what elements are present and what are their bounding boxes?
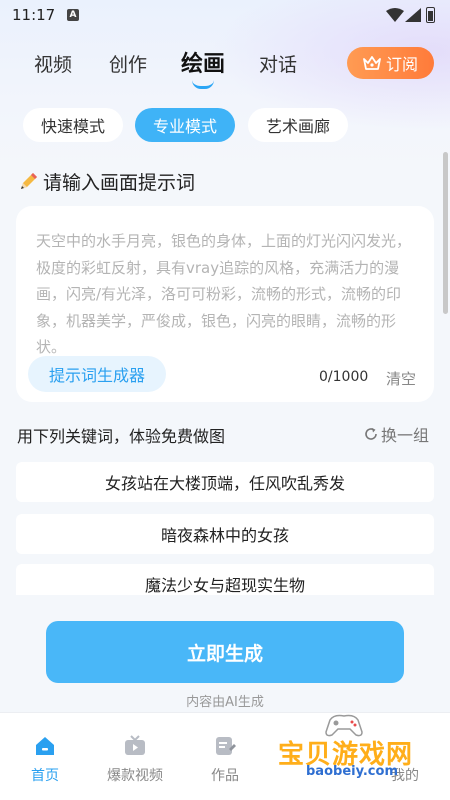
tab-video[interactable]: 视频 [34, 50, 72, 77]
mode-quick[interactable]: 快速模式 [23, 108, 123, 142]
status-time: 11:17 [12, 6, 56, 24]
keyword-item[interactable]: 女孩站在大楼顶端，任风吹乱秀发 [16, 462, 434, 502]
clear-button[interactable]: 清空 [386, 368, 416, 389]
prompt-title: 请输入画面提示词 [43, 172, 196, 194]
char-count: 0/1000 [319, 369, 369, 385]
nav-hot-videos[interactable]: 爆款视频 [90, 713, 180, 800]
wifi-icon [386, 8, 404, 22]
tab-chat[interactable]: 对话 [259, 50, 297, 77]
status-bar: 11:17 A [0, 0, 450, 32]
tab-painting[interactable]: 绘画 [181, 46, 225, 78]
crown-icon [363, 56, 381, 70]
ai-note: 内容由AI生成 [186, 695, 264, 710]
tv-icon [125, 735, 145, 755]
keywords-title: 用下列关键词，体验免费做图 [17, 427, 226, 446]
prompt-input-card[interactable]: 天空中的水手月亮，银色的身体，上面的灯光闪闪发光，极度的彩虹反射，具有vray追… [16, 206, 434, 402]
list-fade [0, 595, 450, 615]
prompt-heading: 请输入画面提示词 [17, 168, 195, 195]
mode-pro[interactable]: 专业模式 [135, 108, 235, 142]
subscribe-label: 订阅 [385, 55, 418, 74]
refresh-icon [365, 428, 377, 440]
refresh-keywords-button[interactable]: 换一组 [364, 422, 429, 446]
refresh-label: 换一组 [381, 426, 430, 445]
nav-works-label: 作品 [211, 768, 239, 784]
home-icon [36, 737, 54, 755]
battery-icon [426, 7, 435, 23]
nav-works[interactable]: 作品 [180, 713, 270, 800]
notification-icon: A [67, 9, 79, 21]
prompt-generator-button[interactable]: 提示词生成器 [28, 356, 166, 392]
tab-create[interactable]: 创作 [109, 50, 147, 77]
prompt-textarea[interactable]: 天空中的水手月亮，银色的身体，上面的灯光闪闪发光，极度的彩虹反射，具有vray追… [36, 228, 414, 361]
nav-home-label: 首页 [31, 768, 59, 784]
mode-gallery[interactable]: 艺术画廊 [248, 108, 348, 142]
watermark-url: baobeiy.com [306, 764, 398, 779]
nav-home[interactable]: 首页 [0, 713, 90, 800]
subscribe-button[interactable]: 订阅 [347, 47, 434, 79]
watermark-logo: 宝贝游戏网 baobeiy.com [276, 712, 450, 786]
keyword-item[interactable]: 暗夜森林中的女孩 [16, 514, 434, 554]
generate-button[interactable]: 立即生成 [46, 621, 404, 683]
scrollbar[interactable] [443, 152, 448, 314]
nav-hot-videos-label: 爆款视频 [107, 768, 163, 784]
signal-icon [405, 8, 421, 22]
works-icon [216, 737, 236, 755]
pencil-icon [21, 172, 37, 189]
